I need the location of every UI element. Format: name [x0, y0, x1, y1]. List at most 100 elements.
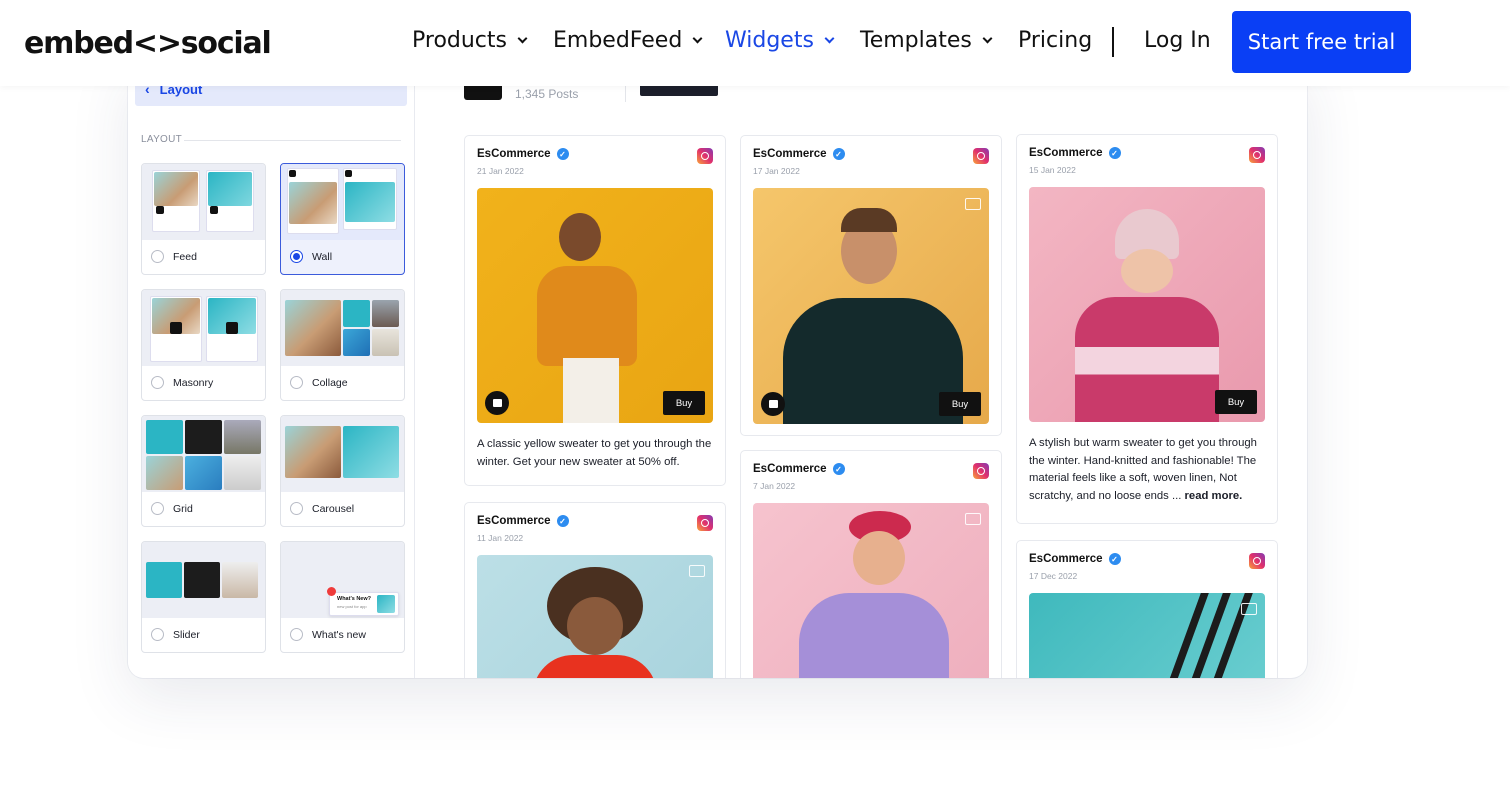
instagram-icon [1249, 147, 1265, 163]
nav-templates-label: Templates [860, 28, 972, 53]
grid-thumbnail [142, 416, 265, 492]
slider-label: Slider [173, 628, 200, 641]
posts-count: 1,345 Posts [515, 87, 579, 101]
post-author: EsCommerce ✓ [477, 515, 569, 527]
feed-radio[interactable] [151, 250, 164, 263]
login-link[interactable]: Log In [1144, 28, 1211, 53]
post-image[interactable] [1029, 593, 1265, 678]
wall-thumbnail [281, 164, 404, 240]
top-navbar: embed<>social Products EmbedFeed Widgets… [0, 0, 1510, 86]
masonry-thumbnail [142, 290, 265, 366]
nav-divider [1112, 27, 1114, 57]
verified-icon: ✓ [556, 515, 569, 527]
post-author-name: EsCommerce [753, 148, 827, 160]
post-card[interactable]: EsCommerce ✓ 7 Jan 2022 [740, 450, 1002, 678]
wall-radio[interactable] [290, 250, 303, 263]
layout-sidebar: ‹ Layout LAYOUT Feed Wall Masonry Collag… [128, 60, 415, 678]
post-card[interactable]: EsCommerce ✓ 11 Jan 2022 [464, 502, 726, 678]
post-date: 7 Jan 2022 [753, 481, 796, 491]
grid-label: Grid [173, 502, 193, 515]
video-icon [689, 565, 705, 577]
layout-option-wall[interactable]: Wall [280, 163, 405, 275]
whats-new-thumbnail: What's New? new post for app [281, 542, 404, 618]
layout-option-masonry[interactable]: Masonry [141, 289, 266, 401]
section-divider [184, 140, 401, 141]
verified-icon: ✓ [832, 148, 845, 160]
post-image[interactable]: Buy [477, 188, 713, 423]
video-icon [965, 198, 981, 210]
embedsocial-logo[interactable]: embed<>social [24, 26, 272, 61]
post-image[interactable] [477, 555, 713, 678]
grid-radio[interactable] [151, 502, 164, 515]
nav-pricing[interactable]: Pricing [1018, 28, 1092, 53]
nav-embedfeed-label: EmbedFeed [553, 28, 683, 53]
post-card[interactable]: EsCommerce ✓ 15 Jan 2022 Buy A stylish bu… [1016, 134, 1278, 524]
post-author: EsCommerce ✓ [477, 148, 569, 160]
whats-new-option: What's new [290, 628, 366, 641]
nav-embedfeed[interactable]: EmbedFeed [553, 28, 703, 53]
post-author-name: EsCommerce [477, 515, 551, 527]
post-image[interactable] [753, 503, 989, 678]
masonry-label: Masonry [173, 376, 214, 389]
slider-option: Slider [151, 628, 200, 641]
post-card[interactable]: EsCommerce ✓ 21 Jan 2022 Buy A classic ye… [464, 135, 726, 486]
layout-option-collage[interactable]: Collage [280, 289, 405, 401]
layout-option-slider[interactable]: Slider [141, 541, 266, 653]
chevron-down-icon [517, 33, 528, 43]
layout-option-feed[interactable]: Feed [141, 163, 266, 275]
nav-templates[interactable]: Templates [860, 28, 993, 53]
post-author-name: EsCommerce [477, 148, 551, 160]
widget-preview: 1,345 Posts EsCommerce ✓ 21 Jan 2022 Buy … [416, 60, 1307, 678]
post-card[interactable]: EsCommerce ✓ 17 Dec 2022 [1016, 540, 1278, 678]
app-preview-panel: ‹ Layout LAYOUT Feed Wall Masonry Collag… [128, 60, 1307, 678]
post-author: EsCommerce ✓ [753, 463, 845, 475]
post-date: 17 Dec 2022 [1029, 571, 1078, 581]
layout-option-whats-new[interactable]: What's New? new post for app What's new [280, 541, 405, 653]
masonry-radio[interactable] [151, 376, 164, 389]
whats-new-popup-sub: new post for app [337, 604, 367, 609]
buy-button[interactable]: Buy [1215, 390, 1257, 414]
carousel-radio[interactable] [290, 502, 303, 515]
layout-option-grid[interactable]: Grid [141, 415, 266, 527]
nav-widgets-label: Widgets [725, 28, 814, 53]
slider-radio[interactable] [151, 628, 164, 641]
post-date: 17 Jan 2022 [753, 166, 800, 176]
post-date: 11 Jan 2022 [477, 533, 524, 543]
post-author-name: EsCommerce [1029, 147, 1103, 159]
grid-option: Grid [151, 502, 193, 515]
verified-icon: ✓ [1108, 553, 1121, 565]
masonry-option: Masonry [151, 376, 213, 389]
buy-button[interactable]: Buy [663, 391, 705, 415]
layout-option-carousel[interactable]: Carousel [280, 415, 405, 527]
read-more-link[interactable]: read more. [1185, 490, 1243, 502]
post-image[interactable]: Buy [753, 188, 989, 424]
shopping-bag-icon[interactable] [761, 392, 785, 416]
header-divider [625, 86, 626, 102]
whats-new-radio[interactable] [290, 628, 303, 641]
instagram-icon [697, 515, 713, 531]
nav-products[interactable]: Products [412, 28, 528, 53]
wall-option: Wall [290, 250, 332, 263]
instagram-icon [697, 148, 713, 164]
post-caption: A stylish but warm sweater to get you th… [1029, 435, 1265, 505]
instagram-icon [973, 148, 989, 164]
collage-label: Collage [312, 376, 348, 389]
post-author: EsCommerce ✓ [753, 148, 845, 160]
section-label: LAYOUT [141, 134, 183, 145]
collage-radio[interactable] [290, 376, 303, 389]
shopping-bag-icon[interactable] [485, 391, 509, 415]
nav-products-label: Products [412, 28, 507, 53]
video-icon [1241, 603, 1257, 615]
post-image[interactable]: Buy [1029, 187, 1265, 422]
post-author: EsCommerce ✓ [1029, 147, 1121, 159]
buy-button[interactable]: Buy [939, 392, 981, 416]
nav-widgets[interactable]: Widgets [725, 28, 835, 53]
carousel-option: Carousel [290, 502, 354, 515]
start-free-trial-button[interactable]: Start free trial [1232, 11, 1411, 73]
instagram-icon [1249, 553, 1265, 569]
chevron-down-icon [824, 33, 835, 43]
carousel-label: Carousel [312, 502, 355, 515]
feed-label: Feed [173, 250, 197, 263]
collage-option: Collage [290, 376, 348, 389]
post-card[interactable]: EsCommerce ✓ 17 Jan 2022 Buy [740, 135, 1002, 436]
